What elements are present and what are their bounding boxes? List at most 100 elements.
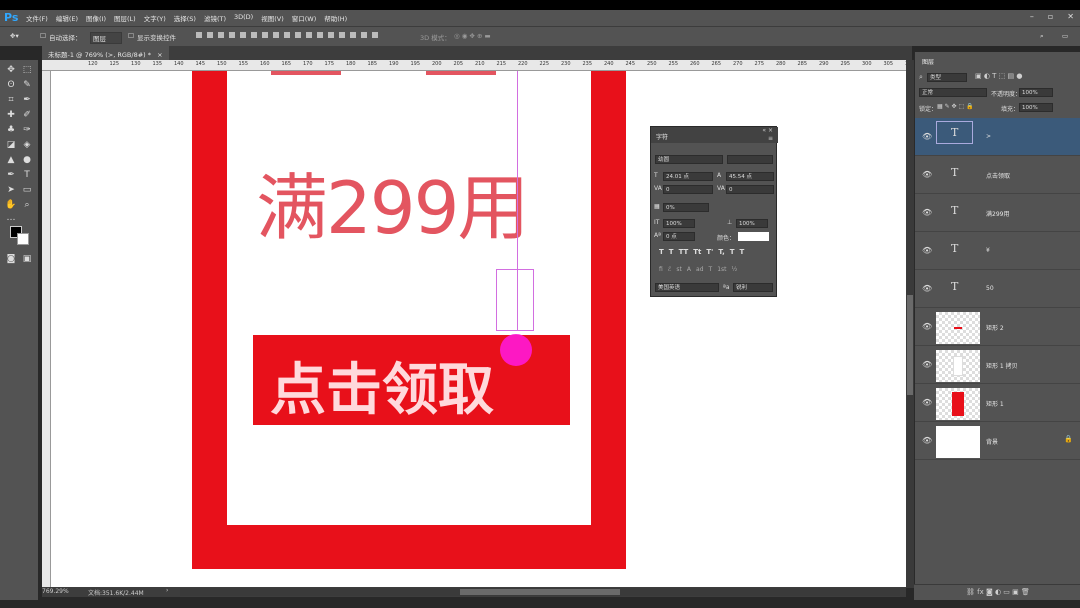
auto-select-checkbox[interactable]: ☐: [40, 32, 46, 40]
opentype-button[interactable]: ad: [696, 266, 704, 273]
layer-action-icons[interactable]: ⛓ fx ◙ ◐ ▭ ▣ 🗑: [966, 588, 1030, 596]
move-tool-icon[interactable]: ✥: [5, 64, 17, 76]
stamp-tool-icon[interactable]: ♣: [5, 124, 17, 136]
horizontal-scale-field[interactable]: 100%: [736, 219, 768, 228]
baseline-shift-field[interactable]: 0 点: [663, 232, 695, 241]
zoom-tool-icon[interactable]: ⌕: [21, 199, 33, 211]
tsume-field[interactable]: 0%: [663, 203, 709, 212]
menu-item[interactable]: 图层(L): [114, 13, 136, 23]
font-family-select[interactable]: 幼圆: [655, 155, 723, 164]
type-tool-icon[interactable]: T: [21, 169, 33, 181]
panel-menu-icon[interactable]: ≡: [768, 135, 773, 142]
close-icon[interactable]: ✕: [1067, 12, 1074, 21]
menu-item[interactable]: 帮助(H): [324, 13, 347, 23]
horizontal-scroll-thumb[interactable]: [460, 589, 620, 595]
menu-item[interactable]: 选择(S): [174, 13, 196, 23]
leading-field[interactable]: 45.54 点: [726, 172, 774, 181]
healing-tool-icon[interactable]: ✚: [5, 109, 17, 121]
menu-item[interactable]: 编辑(E): [56, 13, 78, 23]
eraser-tool-icon[interactable]: ◪: [5, 139, 17, 151]
style-button[interactable]: T: [669, 248, 674, 256]
document-tab[interactable]: 未标题-1 @ 769% (>, RGB/8#) * ×: [42, 46, 169, 60]
zoom-level[interactable]: 769.29%: [42, 588, 69, 595]
kerning-field[interactable]: 0: [663, 185, 713, 194]
language-select[interactable]: 美国英语: [655, 283, 719, 292]
style-button[interactable]: T,: [718, 248, 724, 256]
minimize-icon[interactable]: –: [1030, 12, 1034, 21]
menu-item[interactable]: 文件(F): [26, 13, 48, 23]
visibility-eye-icon[interactable]: 👁: [922, 132, 932, 141]
layer-row[interactable]: 👁 矩形 1: [915, 384, 1080, 422]
opacity-field[interactable]: 100%: [1019, 88, 1053, 97]
menu-item[interactable]: 视图(V): [261, 13, 284, 23]
menu-item[interactable]: 窗口(W): [292, 13, 317, 23]
workspace-icon[interactable]: ▭: [1062, 32, 1068, 40]
layer-row[interactable]: 👁 T 50: [915, 270, 1080, 308]
vertical-scroll-thumb[interactable]: [907, 295, 913, 395]
hand-tool-icon[interactable]: ✋: [5, 199, 17, 211]
blend-mode-select[interactable]: 正常: [919, 88, 987, 97]
lock-icons[interactable]: ▦ ✎ ✥ ⬚ 🔒: [937, 103, 974, 110]
blur-tool-icon[interactable]: ▲: [5, 154, 17, 166]
vertical-scrollbar[interactable]: [906, 60, 914, 588]
eyedropper-tool-icon[interactable]: ✒: [21, 94, 33, 106]
layer-filter-icons[interactable]: ▣ ◐ T ⬚ ▤ ●: [975, 72, 1022, 80]
marquee-tool-icon[interactable]: ⬚: [21, 64, 33, 76]
screen-mode-icon[interactable]: ▣: [21, 253, 33, 265]
layer-row[interactable]: 👁 T 点击领取: [915, 156, 1080, 194]
font-size-field[interactable]: 24.01 点: [663, 172, 713, 181]
headline-text[interactable]: 满299用: [256, 149, 529, 254]
opentype-button[interactable]: ℰ: [668, 266, 672, 273]
shape-tool-icon[interactable]: ▭: [21, 184, 33, 196]
style-button[interactable]: T: [740, 248, 745, 256]
style-button[interactable]: T: [730, 248, 735, 256]
auto-select-dropdown[interactable]: 图层: [90, 32, 122, 44]
antialias-select[interactable]: 锐利: [733, 283, 773, 292]
layer-row[interactable]: 👁 矩形 1 拷贝: [915, 346, 1080, 384]
visibility-eye-icon[interactable]: 👁: [922, 208, 932, 217]
text-color-swatch[interactable]: [738, 232, 769, 241]
visibility-eye-icon[interactable]: 👁: [922, 284, 932, 293]
align-icons[interactable]: [196, 32, 383, 40]
menu-item[interactable]: 文字(Y): [144, 13, 166, 23]
text-bounding-box[interactable]: [496, 269, 534, 331]
layer-row[interactable]: 👁 T ¥: [915, 232, 1080, 270]
fill-field[interactable]: 100%: [1019, 103, 1053, 112]
character-panel-header[interactable]: 字符 « × ≡: [651, 127, 778, 143]
dodge-tool-icon[interactable]: ●: [21, 154, 33, 166]
opentype-button[interactable]: 1st: [717, 266, 726, 273]
visibility-eye-icon[interactable]: 👁: [922, 322, 932, 331]
crop-tool-icon[interactable]: ⌗: [5, 94, 17, 106]
pen-tool-icon[interactable]: ✒: [5, 169, 17, 181]
panel-collapse-icon[interactable]: « ×: [762, 127, 773, 134]
style-button[interactable]: Tt: [693, 248, 701, 256]
background-color-swatch[interactable]: [17, 233, 29, 245]
search-icon[interactable]: ⌕: [1040, 32, 1044, 41]
opentype-button[interactable]: A: [687, 266, 691, 273]
horizontal-scrollbar[interactable]: [180, 588, 900, 596]
layer-row[interactable]: 👁 背景 🔒: [915, 422, 1080, 460]
bucket-tool-icon[interactable]: ◈: [21, 139, 33, 151]
vertical-scale-field[interactable]: 100%: [663, 219, 695, 228]
close-tab-icon[interactable]: ×: [157, 51, 162, 59]
history-brush-tool-icon[interactable]: ✑: [21, 124, 33, 136]
visibility-eye-icon[interactable]: 👁: [922, 246, 932, 255]
layer-row[interactable]: 👁 T >: [915, 118, 1080, 156]
menu-item[interactable]: 图像(I): [86, 13, 106, 23]
path-select-tool-icon[interactable]: ➤: [5, 184, 17, 196]
style-button[interactable]: TT: [679, 248, 689, 256]
claim-button-text[interactable]: 点击领取: [270, 345, 494, 426]
document-canvas[interactable]: 满299用 点击领取: [51, 71, 906, 587]
status-arrow-icon[interactable]: ›: [166, 587, 168, 594]
restore-icon[interactable]: ▫: [1048, 12, 1053, 21]
menu-item[interactable]: 滤镜(T): [204, 13, 226, 23]
lasso-tool-icon[interactable]: ʘ: [5, 79, 17, 91]
layer-row[interactable]: 👁 T 满299用: [915, 194, 1080, 232]
move-tool-icon[interactable]: ✥▾: [10, 32, 19, 40]
opentype-button[interactable]: st: [676, 266, 681, 273]
opentype-button[interactable]: fi: [659, 266, 663, 273]
visibility-eye-icon[interactable]: 👁: [922, 360, 932, 369]
opentype-button[interactable]: ½: [731, 266, 737, 273]
font-style-select[interactable]: [727, 155, 773, 164]
layer-filter-kind[interactable]: 类型: [927, 73, 967, 82]
